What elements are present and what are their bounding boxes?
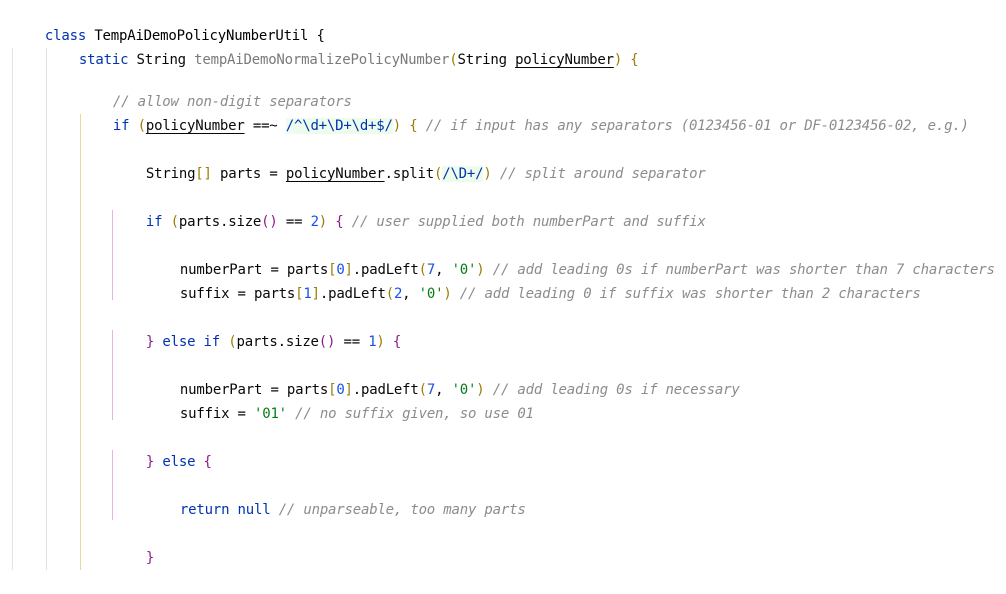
brace: {	[203, 454, 212, 470]
bracket: ]	[311, 286, 320, 302]
comment: // split around separator	[499, 166, 706, 182]
call-parens: ()	[261, 214, 278, 230]
code-line-else[interactable]: } else {	[113, 426, 212, 470]
indent-guide	[80, 114, 81, 570]
brace: }	[145, 550, 155, 566]
paren: (	[385, 286, 394, 302]
variable: policyNumber	[285, 166, 385, 182]
code-line-if-regex[interactable]: if (policyNumber ==~ /^\d+\D+\d+$/) { //…	[80, 90, 969, 134]
keyword-if: if	[112, 118, 130, 134]
code-line-suffix-default[interactable]: suffix = '01' // no suffix given, so use…	[147, 378, 534, 422]
keyword-else: else	[162, 334, 196, 350]
code-line-class-decl[interactable]: class TempAiDemoPolicyNumberUtil {	[12, 0, 325, 44]
comment: // no suffix given, so use 01	[295, 406, 534, 422]
keyword-if: if	[203, 334, 221, 350]
operator: ==	[285, 214, 303, 230]
operator: =	[269, 166, 278, 182]
paren: (	[170, 214, 179, 230]
code-line-close-brace[interactable]: }	[113, 522, 154, 566]
operator: ==	[343, 334, 360, 350]
brace: }	[145, 454, 155, 470]
operator: =	[237, 286, 246, 302]
string-literal: '01'	[254, 406, 287, 422]
brace: {	[630, 52, 639, 68]
operator: ==~	[252, 118, 278, 134]
indent-guide	[12, 48, 13, 570]
code-line-split[interactable]: String[] parts = policyNumber.split(/\D+…	[113, 138, 706, 182]
code-line-suffix[interactable]: suffix = parts[1].padLeft(2, '0') // add…	[147, 258, 921, 302]
array-brackets: []	[195, 166, 212, 182]
keyword-else: else	[162, 454, 196, 470]
number-literal: 2	[393, 286, 403, 302]
code-line-if-size2[interactable]: if (parts.size() == 2) { // user supplie…	[113, 186, 706, 230]
paren: )	[613, 52, 623, 68]
comment: // if input has any separators (0123456-…	[425, 118, 969, 134]
comment: // add leading 0 if suffix was shorter t…	[459, 286, 921, 302]
code-line-numberpart[interactable]: numberPart = parts[0].padLeft(7, '0') //…	[147, 354, 740, 398]
brace: {	[409, 118, 418, 134]
paren: (	[137, 118, 146, 134]
expression: parts.size	[236, 334, 319, 350]
paren: (	[433, 166, 443, 182]
paren: )	[483, 166, 492, 182]
paren: )	[376, 334, 385, 350]
code-line-method-decl[interactable]: static String tempAiDemoNormalizePolicyN…	[46, 24, 639, 68]
variable-name: parts	[220, 166, 262, 182]
method-call: .split	[384, 166, 435, 182]
brace: }	[145, 334, 155, 350]
variable: policyNumber	[145, 118, 245, 134]
regex-literal: /\D+/	[442, 166, 484, 182]
indent-guide	[46, 48, 47, 570]
code-line-numberpart[interactable]: numberPart = parts[0].padLeft(7, '0') //…	[147, 234, 995, 278]
code-editor[interactable]: class TempAiDemoPolicyNumberUtil { stati…	[0, 0, 1006, 570]
keyword-if: if	[145, 214, 163, 230]
call-parens: ()	[318, 334, 336, 350]
code-line-else-if[interactable]: } else if (parts.size() == 1) {	[113, 306, 401, 350]
brace: {	[335, 214, 344, 230]
param-name: policyNumber	[515, 52, 614, 68]
lhs: suffix	[179, 406, 230, 422]
paren: )	[392, 118, 401, 134]
brace: {	[392, 334, 402, 350]
code-line-comment[interactable]: // allow non-digit separators	[80, 66, 352, 110]
comma: ,	[402, 286, 411, 302]
regex-literal: /^\d+\D+\d+$/	[285, 118, 393, 134]
param-type: String	[457, 52, 507, 68]
number-literal: 2	[310, 214, 319, 230]
paren: )	[443, 286, 452, 302]
method-call: .padLeft	[319, 286, 386, 302]
comment: // user supplied both numberPart and suf…	[351, 214, 706, 230]
operator: =	[237, 406, 246, 422]
paren: )	[318, 214, 328, 230]
expression: parts.size	[178, 214, 262, 230]
string-literal: '0'	[418, 286, 444, 302]
keyword-return: return	[179, 502, 230, 518]
code-line-return[interactable]: return null // unparseable, too many par…	[147, 474, 526, 518]
lhs: suffix	[179, 286, 230, 302]
object: parts	[254, 286, 296, 302]
index: 1	[303, 286, 312, 302]
type: String	[145, 166, 196, 182]
comment: // unparseable, too many parts	[278, 502, 526, 518]
keyword-null: null	[237, 502, 271, 518]
